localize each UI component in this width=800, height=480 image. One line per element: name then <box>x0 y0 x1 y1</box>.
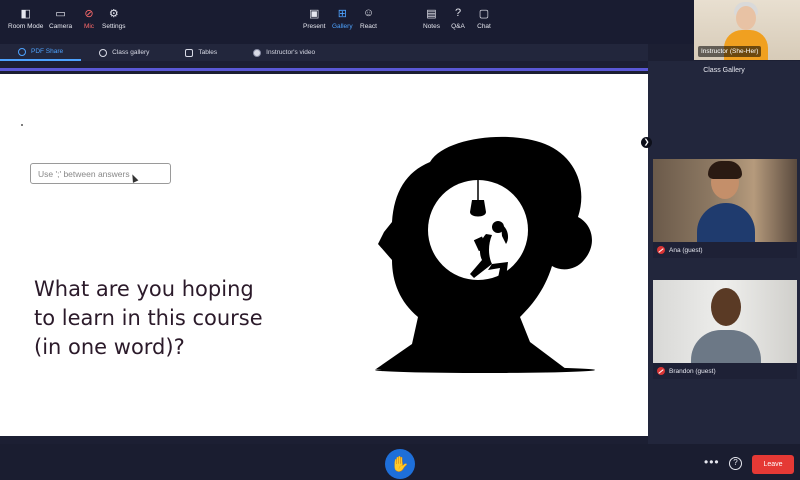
ground-shadow <box>375 367 595 373</box>
react-label: React <box>360 23 377 30</box>
participant-name: Brandon (guest) <box>669 367 716 375</box>
settings-button[interactable]: ⚙ Settings <box>102 5 126 31</box>
class-gallery-title: Class Gallery <box>703 67 745 74</box>
globe-icon <box>99 48 108 57</box>
room-mode-button[interactable]: ◧ Room Mode <box>8 5 44 31</box>
slide-question: What are you hoping to learn in this cou… <box>34 277 263 359</box>
smiley-icon: ☺ <box>362 7 375 19</box>
tab-pdf-share-label: PDF Share <box>31 48 64 55</box>
tab-pdf-share[interactable]: PDF Share <box>0 44 82 61</box>
room-mode-icon: ◧ <box>20 7 31 20</box>
participant-tile-brandon[interactable]: Brandon (guest) <box>653 280 797 379</box>
stage-top-border <box>0 61 648 71</box>
self-head <box>736 6 756 30</box>
pdf-slide: What are you hoping to learn in this cou… <box>0 74 648 436</box>
pdf-share-icon <box>18 47 26 56</box>
participant-video <box>653 159 797 242</box>
participant-label: Ana (guest) <box>653 242 797 258</box>
mic-label: Mic <box>83 23 95 30</box>
participant-hair <box>708 161 742 179</box>
gallery-button[interactable]: ⊞ Gallery <box>332 5 353 31</box>
tab-instructors-video-label: Instructor's video <box>266 49 316 56</box>
room-mode-label: Room Mode <box>8 23 44 30</box>
tab-tables[interactable]: Tables <box>167 44 235 61</box>
tab-class-gallery-label: Class gallery <box>112 49 150 56</box>
gallery-icon: ⊞ <box>337 7 347 20</box>
participant-head <box>711 288 741 326</box>
lamp-bulb <box>470 200 486 217</box>
help-icon[interactable]: ? <box>729 457 742 470</box>
leave-button[interactable]: Leave <box>752 455 794 474</box>
camera-button[interactable]: ▭ Camera <box>49 5 73 31</box>
notes-button[interactable]: ▤ Notes <box>423 5 440 31</box>
participant-tile-ana[interactable]: Ana (guest) <box>653 159 797 258</box>
qa-button[interactable]: ? Q&A <box>450 5 466 30</box>
notes-label: Notes <box>423 23 440 30</box>
self-name-tag: Instructor (She-Her) <box>698 46 762 57</box>
participant-label: Brandon (guest) <box>653 363 797 379</box>
participant-body <box>697 203 755 242</box>
answer-input[interactable] <box>30 163 171 184</box>
content-tabs: PDF Share Class gallery Tables Instructo… <box>0 44 648 61</box>
chat-label: Chat <box>477 23 491 30</box>
tab-tables-label: Tables <box>198 49 218 56</box>
present-label: Present <box>303 23 326 30</box>
tab-class-gallery[interactable]: Class gallery <box>81 44 167 61</box>
mic-muted-icon <box>657 246 665 254</box>
more-options-icon[interactable]: ••• <box>704 455 720 469</box>
camera-icon: ▭ <box>55 7 66 20</box>
qa-label: Q&A <box>451 23 465 30</box>
present-button[interactable]: ▣ Present <box>303 5 326 31</box>
participant-name: Ana (guest) <box>669 246 703 254</box>
collapse-panel-button[interactable]: ❯ <box>641 137 652 148</box>
gallery-label: Gallery <box>332 23 353 30</box>
notes-icon: ▤ <box>426 7 437 20</box>
mic-muted-icon <box>657 367 665 375</box>
chat-button[interactable]: ▢ Chat <box>476 5 492 31</box>
stage-bottom-gap <box>0 436 648 444</box>
chat-icon: ▢ <box>478 7 490 20</box>
tables-icon <box>185 48 194 57</box>
raise-hand-button[interactable]: ✋ <box>385 449 415 479</box>
head-silhouette-illustration <box>375 136 595 373</box>
qa-icon: ? <box>454 7 462 19</box>
camera-label: Camera <box>49 23 73 30</box>
tab-instructors-video[interactable]: Instructor's video <box>235 44 333 61</box>
present-icon: ▣ <box>309 7 320 20</box>
video-icon <box>253 48 262 57</box>
mic-off-icon: ⊘ <box>84 7 94 20</box>
hand-icon: ✋ <box>390 456 410 473</box>
gear-icon: ⚙ <box>108 7 119 20</box>
react-button[interactable]: ☺ React <box>360 5 377 30</box>
mic-button[interactable]: ⊘ Mic <box>81 5 97 31</box>
participant-body <box>691 330 761 363</box>
slide-speck <box>21 124 23 126</box>
settings-label: Settings <box>102 23 126 30</box>
self-video-tile[interactable]: Instructor (She-Her) <box>694 0 800 60</box>
participant-video <box>653 280 797 363</box>
